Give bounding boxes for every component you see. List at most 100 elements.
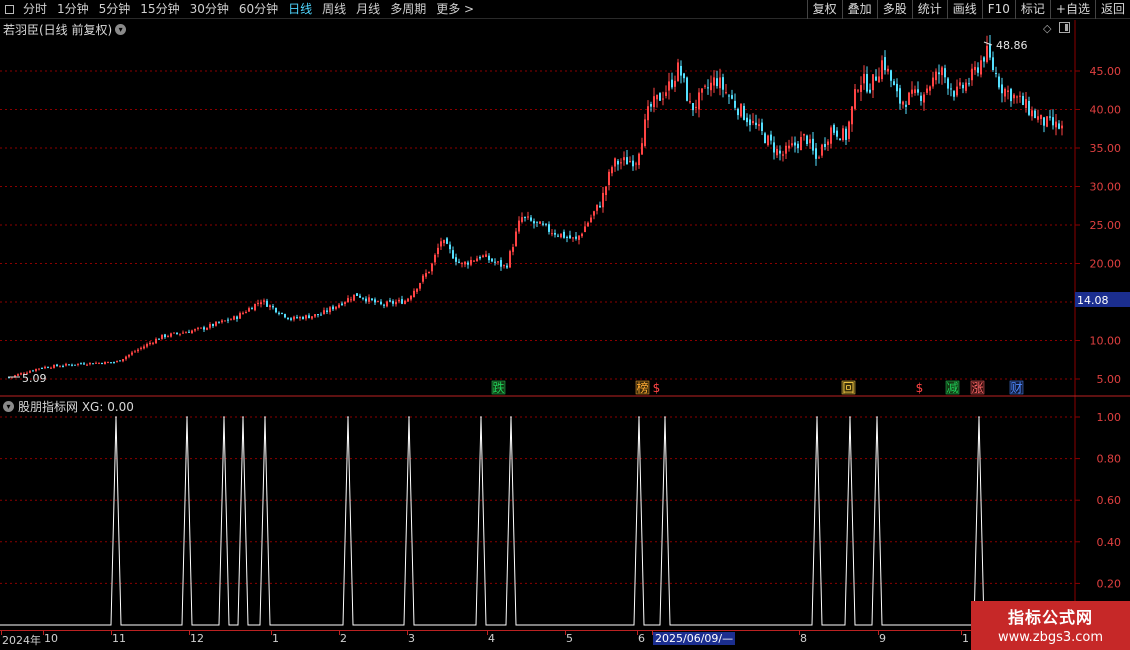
candle-body — [644, 119, 646, 146]
candle-body — [1055, 121, 1057, 128]
candle-body — [905, 104, 907, 107]
candle-body — [278, 312, 280, 314]
candle-body — [941, 67, 943, 76]
candle-body — [980, 60, 982, 75]
event-marker-4: $ — [916, 381, 924, 395]
candle-body — [419, 283, 421, 289]
xg-signal-line — [0, 416, 1075, 626]
candle-body — [155, 338, 157, 344]
candle-body — [929, 86, 931, 91]
candle-body — [563, 231, 565, 238]
candle-body — [68, 364, 70, 366]
candle-body — [50, 367, 52, 369]
candle-body — [473, 260, 475, 262]
candle-body — [842, 128, 844, 141]
low-price-label: 5.09 — [22, 372, 47, 385]
date-label-4: 1 — [272, 632, 279, 645]
candle-body — [566, 236, 568, 238]
candle-body — [86, 364, 88, 366]
candle-body — [1004, 88, 1006, 97]
candle-body — [176, 332, 178, 334]
candle-body — [692, 103, 694, 111]
candle-body — [773, 142, 775, 153]
candle-body — [641, 143, 643, 155]
candle-body — [884, 57, 886, 71]
watermark-title: 指标公式网 — [1007, 608, 1093, 627]
candle-body — [209, 324, 211, 328]
candle-body — [824, 143, 826, 147]
candle-body — [119, 360, 121, 362]
date-label-6: 3 — [408, 632, 415, 645]
candle-body — [284, 314, 286, 318]
candle-body — [1007, 90, 1009, 92]
main-chart[interactable]: 45.00 40.00 35.00 30.00 25.00 20.00 1 5.00 10.00… — [0, 0, 1130, 650]
date-tick — [189, 631, 190, 635]
current-price-text: 14.08 — [1077, 294, 1109, 307]
date-tick — [111, 631, 112, 635]
candle-body — [59, 366, 61, 368]
xg-signal-peak — [242, 416, 244, 418]
candle-body — [479, 256, 481, 259]
candle-body — [1043, 117, 1045, 126]
candle-body — [110, 362, 112, 364]
candle-body — [926, 88, 928, 93]
candle-body — [179, 333, 181, 335]
date-label-0: 2024年 — [2, 634, 41, 647]
candle-body — [857, 90, 859, 92]
candle-body — [707, 87, 709, 89]
candle-body — [131, 352, 133, 355]
candle-body — [938, 72, 940, 75]
candle-body — [488, 255, 490, 261]
candle-body — [854, 89, 856, 109]
candle-body — [299, 316, 301, 319]
candle-body — [482, 255, 484, 258]
candle-body — [608, 171, 610, 186]
candle-body — [902, 101, 904, 105]
candle-body — [779, 150, 781, 154]
candle-body — [992, 57, 994, 71]
candle-body — [395, 301, 397, 305]
high-pointer-line — [983, 41, 993, 46]
candle-body — [113, 362, 115, 364]
candle-body — [272, 306, 274, 308]
candle-body — [635, 163, 637, 165]
candle-body — [1037, 116, 1039, 120]
candle-body — [230, 319, 232, 321]
candle-body — [656, 94, 658, 100]
candle-body — [521, 217, 523, 222]
candle-body — [785, 145, 787, 154]
candle-body — [815, 148, 817, 159]
candle-body — [725, 92, 727, 94]
candle-body — [560, 233, 562, 238]
candle-body — [122, 359, 124, 362]
candle-body — [731, 95, 733, 99]
candle-body — [161, 334, 163, 339]
candle-body — [194, 329, 196, 331]
candle-body — [914, 89, 916, 93]
candle-body — [203, 327, 205, 330]
candle-body — [101, 362, 103, 364]
event-marker-2: $ — [653, 381, 661, 395]
date-tick — [799, 631, 800, 635]
candle-body — [410, 295, 412, 300]
candle-body — [365, 298, 367, 302]
event-marker-7: 财 — [1010, 381, 1022, 395]
event-marker-0: 跌 — [492, 380, 504, 395]
candle-body — [983, 57, 985, 62]
candle-body — [761, 122, 763, 131]
xg-signal-peak — [264, 416, 266, 418]
date-tick — [637, 631, 638, 635]
candle-body — [911, 89, 913, 94]
candle-body — [458, 261, 460, 263]
indicator-tick-label: 0.20 — [1097, 577, 1122, 590]
candle-body — [1061, 125, 1063, 129]
candle-body — [839, 138, 841, 141]
candle-body — [269, 305, 271, 308]
candle-body — [551, 233, 553, 235]
candle-body — [320, 314, 322, 316]
candle-body — [686, 77, 688, 101]
candle-body — [140, 347, 142, 349]
candle-body — [755, 122, 757, 126]
candle-body — [188, 331, 190, 333]
candle-body — [770, 134, 772, 141]
